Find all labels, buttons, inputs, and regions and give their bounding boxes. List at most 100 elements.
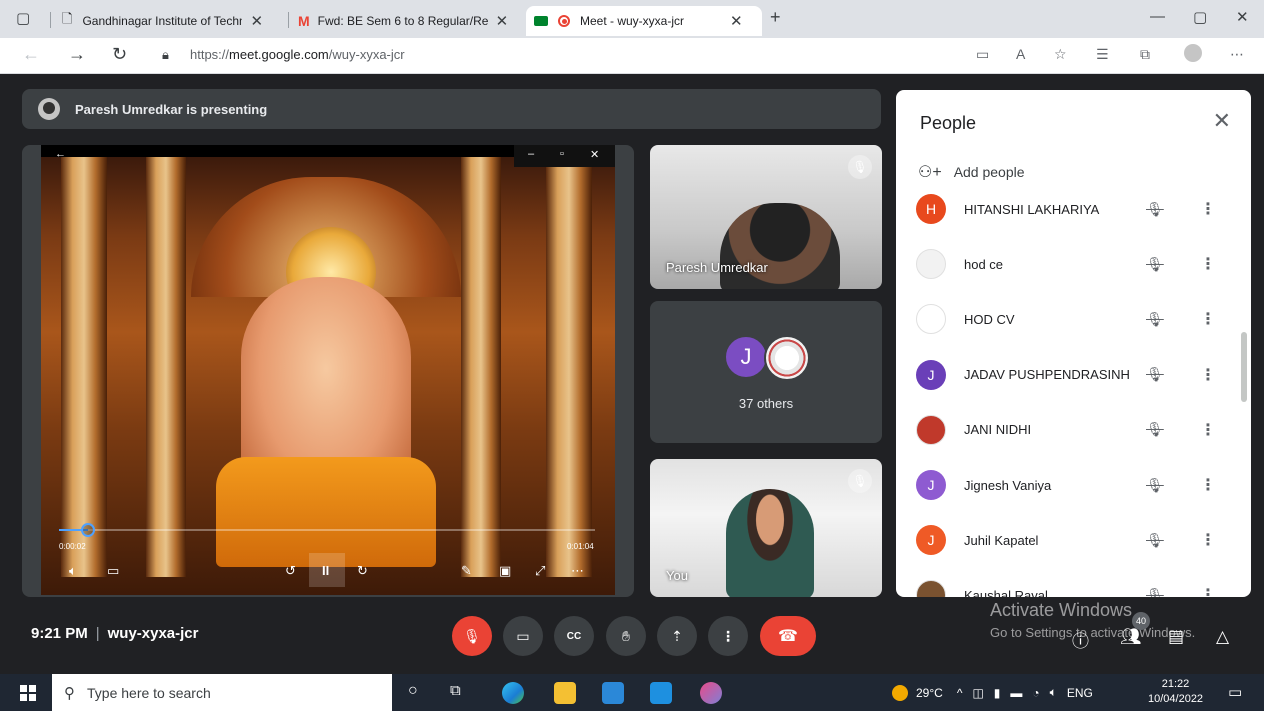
minimize-button[interactable]: — xyxy=(1150,8,1165,25)
mic-off-button[interactable]: 🎙︎ xyxy=(452,616,492,656)
rewind-10-icon[interactable]: ↺ xyxy=(285,563,296,579)
volume-icon[interactable]: 🔈︎ xyxy=(1050,685,1057,700)
seek-knob[interactable] xyxy=(81,523,96,537)
fullscreen-icon[interactable]: ⤢ xyxy=(535,563,545,579)
add-favorite-icon[interactable]: ☆ xyxy=(1054,46,1067,63)
decor xyxy=(461,157,501,577)
people-icon[interactable]: 👥︎ xyxy=(1120,627,1142,647)
forward-button[interactable]: → xyxy=(68,44,86,65)
muted-mic-icon: 🎙︎ xyxy=(1146,366,1164,383)
close-icon[interactable]: ✕ xyxy=(590,148,599,161)
page-icon: 🗋 xyxy=(62,11,73,26)
notifications-icon[interactable]: ▭ xyxy=(1228,683,1242,701)
chat-icon[interactable]: ▤ xyxy=(1168,627,1184,647)
more-options-icon[interactable]: ⋯ xyxy=(1230,46,1244,63)
participant-row[interactable]: H HITANSHI LAKHARIYA 🎙︎ ⋮ xyxy=(916,189,1226,229)
read-aloud-icon[interactable]: A xyxy=(1016,46,1025,62)
captions-button[interactable]: CC xyxy=(554,616,594,656)
more-vert-icon[interactable]: ⋮ xyxy=(1200,585,1216,597)
participant-row[interactable]: J Jignesh Vaniya 🎙︎ ⋮ xyxy=(916,465,1226,505)
participant-row[interactable]: HOD CV 🎙︎ ⋮ xyxy=(916,299,1226,339)
tab-gmail[interactable]: M Fwd: BE Sem 6 to 8 Regular/Rem ✕ xyxy=(298,6,520,36)
tab-gandhinagar[interactable]: 🗋 Gandhinagar Institute of Technol ✕ xyxy=(62,6,282,36)
maximize-icon[interactable]: ▫ xyxy=(560,148,564,160)
address-bar[interactable]: https://meet.google.com/wuy-xyxa-jcr xyxy=(190,47,405,62)
task-view-icon[interactable]: ⧉ xyxy=(450,682,472,704)
info-icon[interactable]: ⓘ xyxy=(1072,627,1089,652)
mail-icon[interactable] xyxy=(650,682,672,704)
tab-meet[interactable]: Meet - wuy-xyxa-jcr ✕ xyxy=(526,6,762,36)
present-button[interactable]: ⇡ xyxy=(657,616,697,656)
taskbar-search[interactable]: ⚲ Type here to search xyxy=(52,674,392,711)
more-vert-icon[interactable]: ⋮ xyxy=(1200,420,1216,440)
others-tile[interactable]: J 37 others xyxy=(650,301,882,443)
cortana-icon[interactable]: ○ xyxy=(408,682,430,704)
shared-video-player[interactable]: ← – ▫ ✕ 0:00:02 0:01:04 🔈︎ ▭ ↺ II ↻ ✎ ▣ … xyxy=(41,145,615,595)
participant-row[interactable]: JANI NIDHI 🎙︎ ⋮ xyxy=(916,410,1226,450)
maximize-button[interactable]: ▢ xyxy=(1193,8,1207,26)
collections-icon[interactable]: ⧉ xyxy=(1140,46,1150,63)
window-close-button[interactable]: ✕ xyxy=(1236,8,1249,26)
participant-tile[interactable]: 🎙︎ Paresh Umredkar xyxy=(650,145,882,289)
close-icon[interactable]: ✕ xyxy=(730,12,743,30)
favorites-icon[interactable]: ☰ xyxy=(1096,46,1109,63)
add-people-button[interactable]: ⚇+ Add people xyxy=(918,162,1025,182)
participant-row[interactable]: hod ce 🎙︎ ⋮ xyxy=(916,244,1226,284)
more-icon[interactable]: ⋯ xyxy=(571,563,584,579)
network-icon[interactable]: ◫ xyxy=(972,686,983,700)
paint-icon[interactable] xyxy=(700,682,722,704)
lock-icon[interactable]: 🔒︎ xyxy=(162,47,169,63)
close-panel-button[interactable]: ✕ xyxy=(1213,108,1231,134)
language-indicator[interactable]: ENG xyxy=(1067,686,1093,700)
url-host: meet.google.com xyxy=(229,47,329,62)
more-options-button[interactable]: ⋮ xyxy=(708,616,748,656)
chevron-up-icon[interactable]: ^ xyxy=(957,686,963,700)
scrollbar[interactable] xyxy=(1241,332,1247,402)
raise-hand-button[interactable]: ✋︎ xyxy=(606,616,646,656)
close-icon[interactable]: ✕ xyxy=(496,12,509,30)
subtitles-icon[interactable]: ▭ xyxy=(107,563,119,579)
tab-actions-icon[interactable]: ▢ xyxy=(16,9,30,27)
edge-icon[interactable] xyxy=(502,682,524,704)
reload-button[interactable]: ↻ xyxy=(112,44,127,65)
seek-bar[interactable] xyxy=(59,523,595,537)
back-arrow-icon[interactable]: ← xyxy=(55,148,66,160)
more-vert-icon[interactable]: ⋮ xyxy=(1200,199,1216,219)
display-icon[interactable]: ▬ xyxy=(1010,686,1022,700)
minimize-icon[interactable]: – xyxy=(528,148,534,160)
pause-icon[interactable]: II xyxy=(322,563,329,578)
more-vert-icon[interactable]: ⋮ xyxy=(1200,530,1216,550)
participant-name: You xyxy=(666,568,688,583)
camera-button[interactable]: ▭ xyxy=(503,616,543,656)
more-vert-icon[interactable]: ⋮ xyxy=(1200,365,1216,385)
profile-avatar[interactable] xyxy=(1184,44,1202,62)
more-vert-icon[interactable]: ⋮ xyxy=(1200,309,1216,329)
close-icon[interactable]: ✕ xyxy=(250,12,263,30)
more-vert-icon[interactable]: ⋮ xyxy=(1200,475,1216,495)
participant-row[interactable]: J JADAV PUSHPENDRASINH 🎙︎ ⋮ xyxy=(916,355,1226,395)
participant-row[interactable]: J Juhil Kapatel 🎙︎ ⋮ xyxy=(916,520,1226,560)
participant-row[interactable]: Kaushal Raval 🎙︎ ⋮ xyxy=(916,575,1226,597)
wifi-icon[interactable]: ◔ xyxy=(1032,686,1039,700)
weather-icon[interactable] xyxy=(892,684,908,701)
more-vert-icon[interactable]: ⋮ xyxy=(1200,254,1216,274)
file-explorer-icon[interactable] xyxy=(554,682,576,704)
pen-icon[interactable]: ✎ xyxy=(461,563,472,579)
forward-30-icon[interactable]: ↻ xyxy=(357,563,368,579)
muted-mic-icon: 🎙︎ xyxy=(848,155,872,179)
miniplayer-icon[interactable]: ▣ xyxy=(499,563,511,579)
store-icon[interactable] xyxy=(602,682,624,704)
self-tile[interactable]: 🎙︎ You xyxy=(650,459,882,597)
volume-icon[interactable]: 🔈︎ xyxy=(69,563,77,579)
taskbar-clock[interactable]: 21:22 10/04/2022 xyxy=(1148,677,1203,707)
participant-name: HITANSHI LAKHARIYA xyxy=(964,201,1100,217)
camera-indicator-icon[interactable]: ▭ xyxy=(976,46,989,63)
battery-icon[interactable]: ▮ xyxy=(994,686,1001,700)
new-tab-button[interactable]: + xyxy=(770,7,781,28)
windows-start-button[interactable] xyxy=(20,685,36,701)
activities-icon[interactable]: △ xyxy=(1216,627,1229,647)
decor xyxy=(546,157,592,577)
participant-name: Juhil Kapatel xyxy=(964,532,1039,548)
back-button[interactable]: ← xyxy=(22,44,40,65)
leave-call-button[interactable]: ☎︎ xyxy=(760,616,816,656)
